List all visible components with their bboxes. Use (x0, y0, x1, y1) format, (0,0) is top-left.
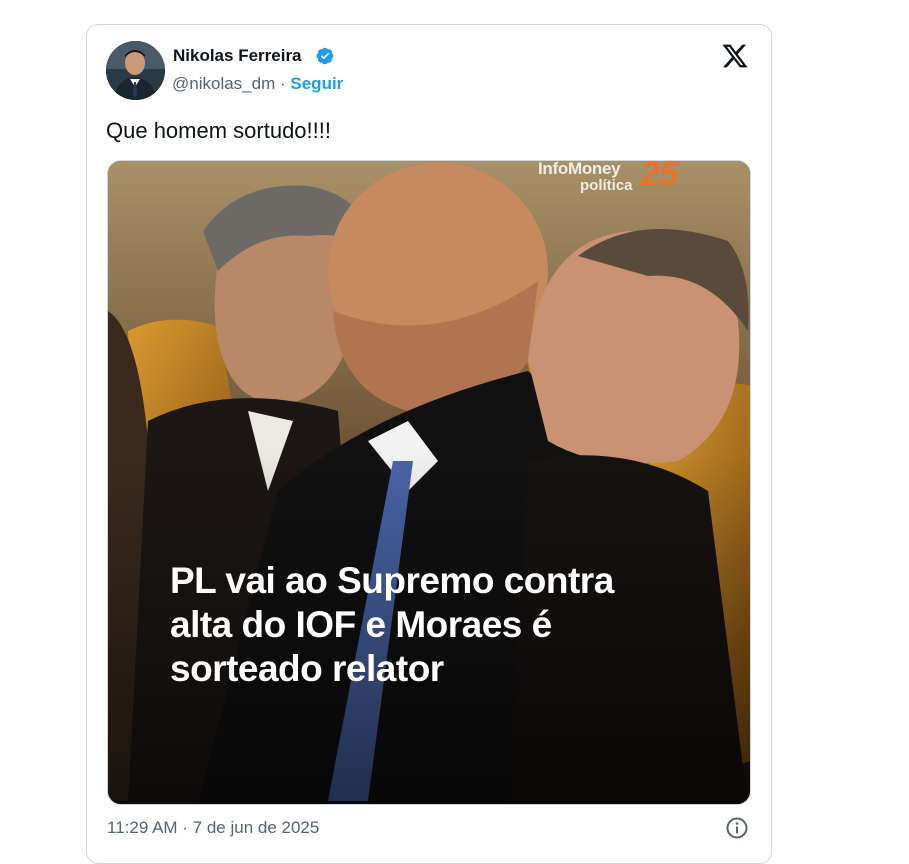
headline-line: PL vai ao Supremo contra (170, 560, 614, 601)
brand-section: política (580, 177, 633, 194)
tweet-timestamp[interactable]: 11:29 AM · 7 de jun de 2025 (107, 818, 319, 838)
handle-separator: · (279, 74, 286, 93)
image-headline: PL vai ao Supremo contra alta do IOF e M… (170, 559, 690, 691)
tweet-text: Que homem sortudo!!!! (106, 118, 331, 143)
author-handle[interactable]: @nikolas_dm (172, 74, 275, 93)
follow-button[interactable]: Seguir (290, 74, 343, 93)
headline-line: sorteado relator (170, 648, 444, 689)
verified-badge-icon (316, 47, 334, 65)
tweet-media-image[interactable]: InfoMoney 25 política PL vai ao Supremo … (107, 160, 751, 805)
info-icon[interactable] (725, 816, 749, 840)
brand-number: 25 (641, 160, 679, 193)
author-name[interactable]: Nikolas Ferreira (173, 46, 302, 66)
avatar[interactable] (106, 41, 165, 100)
headline-line: alta do IOF e Moraes é (170, 604, 552, 645)
news-photo (108, 161, 750, 804)
avatar-photo (106, 41, 165, 100)
handle-row: @nikolas_dm · Seguir (172, 74, 343, 94)
x-logo-icon[interactable] (721, 42, 749, 70)
